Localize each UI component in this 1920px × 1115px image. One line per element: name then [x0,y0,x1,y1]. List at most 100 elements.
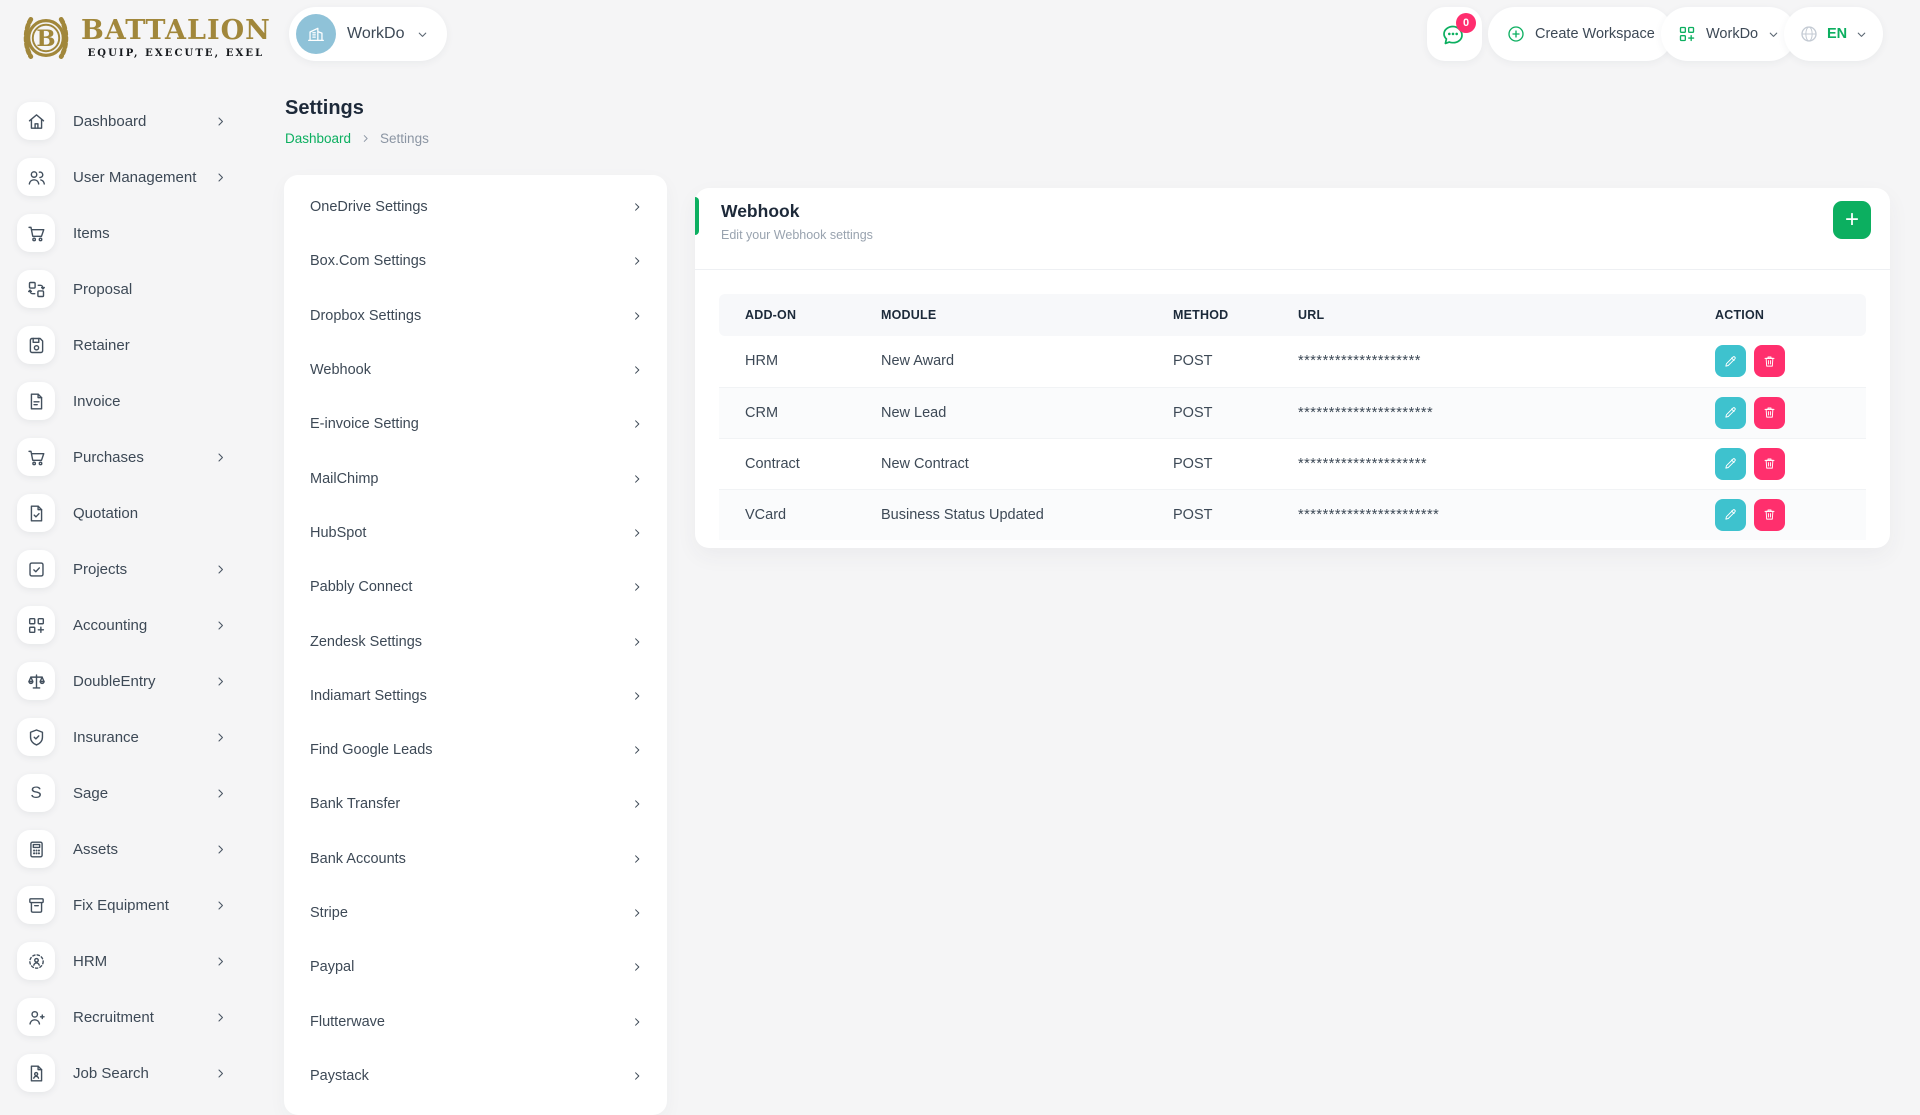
brand-name: BATTALION [81,17,271,44]
sidebar-item-label: Items [73,225,260,242]
cell-url: ******************** [1272,336,1689,387]
workdo-menu-button[interactable]: WorkDo [1661,7,1796,61]
check-square-icon [17,550,55,588]
sidebar-item-items[interactable]: Items [0,205,260,261]
settings-menu-item-mailchimp[interactable]: MailChimp [284,451,667,505]
archive-icon [17,886,55,924]
chevron-right-icon [360,133,371,144]
settings-menu-item-flutterwave[interactable]: Flutterwave [284,994,667,1048]
settings-menu-item-hubspot[interactable]: HubSpot [284,506,667,560]
chevron-right-icon [214,1011,227,1024]
cell-actions [1689,387,1866,438]
trash-icon [1762,354,1777,369]
delete-button[interactable] [1754,397,1785,429]
person-target-icon [17,942,55,980]
cell-actions [1689,336,1866,387]
delete-button[interactable] [1754,499,1785,531]
sidebar-item-dashboard[interactable]: Dashboard [0,93,260,149]
messages-button[interactable]: 0 [1427,7,1482,61]
settings-menu-item-paypal[interactable]: Paypal [284,940,667,994]
svg-text:B: B [36,26,55,52]
settings-menu-item-onedrive-settings[interactable]: OneDrive Settings [284,180,667,234]
sidebar-item-label: Job Search [73,1065,214,1082]
create-workspace-button[interactable]: Create Workspace [1488,7,1673,61]
cell-url: *********************** [1272,489,1689,540]
settings-menu-item-pabbly-connect[interactable]: Pabbly Connect [284,560,667,614]
sidebar-item-label: Purchases [73,449,214,466]
sidebar-item-projects[interactable]: Projects [0,541,260,597]
settings-menu-item-e-invoice-setting[interactable]: E-invoice Setting [284,397,667,451]
breadcrumb: Dashboard Settings [285,131,429,146]
brand-logo: B BATTALION EQUIP, EXECUTE, EXEL [20,12,271,64]
sidebar-item-retainer[interactable]: Retainer [0,317,260,373]
sidebar-item-quotation[interactable]: Quotation [0,485,260,541]
edit-button[interactable] [1715,345,1746,377]
cell-actions [1689,489,1866,540]
settings-menu-item-find-google-leads[interactable]: Find Google Leads [284,723,667,777]
home-icon [17,102,55,140]
pencil-icon [1723,456,1738,471]
grid-plus-icon [17,606,55,644]
page-title: Settings [285,97,364,120]
sidebar-item-sage[interactable]: SSage [0,765,260,821]
cell-url: ********************** [1272,387,1689,438]
floppy-icon [17,326,55,364]
settings-menu-item-dropbox-settings[interactable]: Dropbox Settings [284,289,667,343]
sidebar-item-insurance[interactable]: Insurance [0,709,260,765]
file-check-icon [17,494,55,532]
settings-menu-item-bank-transfer[interactable]: Bank Transfer [284,777,667,831]
settings-menu-item-zendesk-settings[interactable]: Zendesk Settings [284,614,667,668]
workspace-selector[interactable]: WorkDo [289,7,447,61]
edit-button[interactable] [1715,499,1746,531]
edit-button[interactable] [1715,397,1746,429]
sidebar-item-label: Proposal [73,281,260,298]
settings-menu-item-bank-accounts[interactable]: Bank Accounts [284,832,667,886]
webhook-title: Webhook [721,201,1864,222]
settings-menu-item-paystack[interactable]: Paystack [284,1049,667,1103]
sidebar-item-assets[interactable]: Assets [0,821,260,877]
chevron-down-icon [416,28,429,41]
sidebar-item-label: Invoice [73,393,260,410]
chevron-right-icon [214,115,227,128]
settings-menu-item-label: Pabbly Connect [310,579,631,595]
settings-menu-item-webhook[interactable]: Webhook [284,343,667,397]
webhook-panel: Webhook Edit your Webhook settings + ADD… [695,188,1890,548]
sidebar-item-hrm[interactable]: HRM [0,933,260,989]
sidebar-item-label: Assets [73,841,214,858]
globe-icon [1799,24,1819,44]
sidebar-item-fix-equipment[interactable]: Fix Equipment [0,877,260,933]
settings-menu-item-label: Flutterwave [310,1014,631,1030]
workdo-menu-label: WorkDo [1706,26,1758,42]
trash-icon [1762,456,1777,471]
language-code: EN [1827,26,1847,42]
cell-addon: HRM [719,336,855,387]
sidebar-item-invoice[interactable]: Invoice [0,373,260,429]
sidebar-item-doubleentry[interactable]: DoubleEntry [0,653,260,709]
add-webhook-button[interactable]: + [1833,201,1871,239]
sidebar-item-accounting[interactable]: Accounting [0,597,260,653]
settings-menu-item-label: Bank Transfer [310,796,631,812]
sidebar-item-purchases[interactable]: Purchases [0,429,260,485]
cell-actions [1689,438,1866,489]
settings-menu-item-box-com-settings[interactable]: Box.Com Settings [284,234,667,288]
chevron-right-icon [631,418,643,430]
language-selector[interactable]: EN [1784,7,1883,61]
workspace-avatar [296,14,336,54]
delete-button[interactable] [1754,345,1785,377]
delete-button[interactable] [1754,448,1785,480]
breadcrumb-dashboard-link[interactable]: Dashboard [285,131,351,146]
messages-badge: 0 [1456,13,1476,33]
sidebar-item-label: Fix Equipment [73,897,214,914]
settings-menu-item-indiamart-settings[interactable]: Indiamart Settings [284,669,667,723]
cell-addon: VCard [719,489,855,540]
edit-button[interactable] [1715,448,1746,480]
sidebar-item-user-management[interactable]: User Management [0,149,260,205]
sidebar-item-job-search[interactable]: Job Search [0,1045,260,1101]
settings-menu-item-stripe[interactable]: Stripe [284,886,667,940]
sidebar-item-recruitment[interactable]: Recruitment [0,989,260,1045]
cell-method: POST [1147,438,1272,489]
sidebar-item-proposal[interactable]: Proposal [0,261,260,317]
cell-method: POST [1147,336,1272,387]
pencil-icon [1723,507,1738,522]
trash-icon [1762,405,1777,420]
